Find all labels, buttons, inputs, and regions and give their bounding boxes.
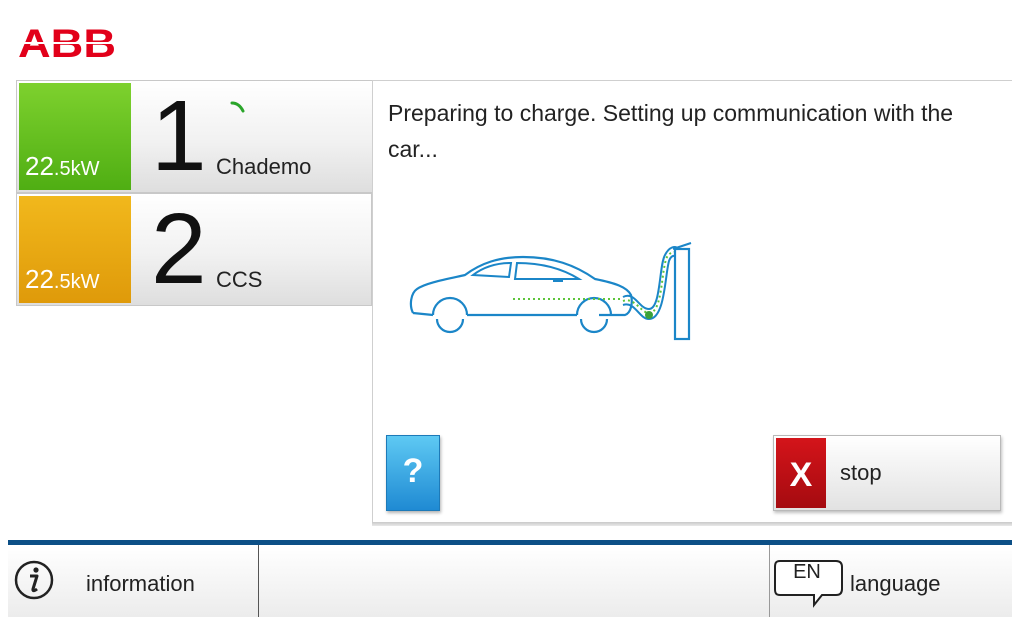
- connector-1-power: 22.5kW: [25, 151, 99, 182]
- connector-2-type: CCS: [216, 267, 263, 292]
- help-question-icon: ?: [402, 452, 424, 490]
- connector-2-tile[interactable]: 22.5kW 2 CCS: [16, 193, 372, 306]
- information-label: information: [86, 571, 195, 596]
- language-button[interactable]: EN language: [769, 545, 1012, 617]
- connector-1-type: Chademo: [216, 154, 312, 179]
- loading-spinner-icon: [230, 101, 245, 113]
- connector-1-power-unit: .5kW: [53, 158, 100, 180]
- connector-2-power-unit: .5kW: [53, 271, 100, 293]
- connector-2-power: 22.5kW: [25, 264, 99, 295]
- connector-1-power-value: 22: [25, 151, 54, 181]
- connector-2-power-indicator: 22.5kW: [19, 196, 131, 303]
- status-message: Preparing to charge. Setting up communic…: [388, 100, 954, 162]
- stop-x-icon: X: [776, 438, 826, 508]
- connector-1-power-indicator: 22.5kW: [19, 83, 131, 190]
- information-button[interactable]: information: [8, 545, 259, 617]
- status-panel-bottom-divider: [372, 522, 1012, 526]
- abb-logo-graphic: ABB: [18, 22, 118, 66]
- car-charging-icon: [409, 242, 692, 341]
- connector-list: 22.5kW 1 Chademo 22.5kW 2 CCS: [16, 80, 372, 528]
- info-icon: [14, 560, 54, 600]
- connector-1-tile[interactable]: 22.5kW 1 Chademo: [16, 80, 372, 193]
- help-button[interactable]: ?: [386, 435, 440, 511]
- status-panel: Preparing to charge. Setting up communic…: [372, 80, 1012, 524]
- connector-1-number: 1: [151, 80, 207, 192]
- language-code: EN: [793, 561, 821, 583]
- stop-x-glyph: X: [789, 456, 813, 494]
- bottom-bar: information EN language: [8, 540, 1012, 617]
- connector-2-power-value: 22: [25, 264, 54, 294]
- stop-button[interactable]: X stop: [773, 435, 1001, 511]
- abb-logo: ABB: [18, 22, 118, 66]
- connector-2-number: 2: [151, 193, 207, 305]
- language-label: language: [850, 571, 941, 596]
- stop-button-label: stop: [840, 460, 882, 485]
